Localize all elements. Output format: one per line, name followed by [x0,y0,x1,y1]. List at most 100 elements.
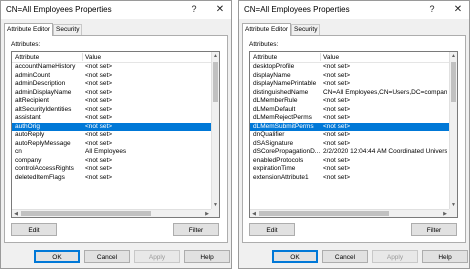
attributes-list[interactable]: Attribute Value accountNameHistory <not s… [11,51,220,218]
table-row[interactable]: dLMemberRule <not set> [250,97,449,106]
help-icon[interactable]: ? [425,3,439,16]
cancel-button[interactable]: Cancel [84,250,130,263]
hscroll-thumb[interactable] [21,211,151,216]
cancel-button[interactable]: Cancel [322,250,368,263]
table-row[interactable]: cn All Employees [12,148,211,157]
table-row[interactable]: adminCount <not set> [12,72,211,81]
column-divider[interactable] [82,53,83,61]
column-divider[interactable] [320,53,321,61]
table-row[interactable]: authOrig <not set> [12,122,211,131]
attribute-name-cell: dSCorePropagationD... [253,148,320,155]
help-button[interactable]: Help [184,250,230,263]
table-row[interactable]: dLMemRejectPerms <not set> [250,114,449,123]
attribute-value-cell: <not set> [85,63,113,70]
table-row[interactable]: dSASignature <not set> [250,140,449,149]
table-row[interactable]: displayNamePrintable <not set> [250,80,449,89]
scroll-down-icon[interactable]: ▼ [212,201,219,209]
attribute-name-cell: adminDescription [15,80,66,87]
table-row[interactable]: distinguishedName CN=All Employees,CN=Use… [250,89,449,98]
attribute-name-cell: enabledProtocols [253,156,304,164]
scroll-down-icon[interactable]: ▼ [450,201,457,209]
vertical-scrollbar[interactable]: ▲ ▼ [449,52,457,209]
vertical-scrollbar[interactable]: ▲ ▼ [211,52,219,209]
table-row[interactable]: deletedItemFlags <not set> [12,174,211,183]
attribute-value-cell: <not set> [323,131,351,138]
table-row[interactable]: autoReplyMessage <not set> [12,140,211,149]
edit-button[interactable]: Edit [249,223,295,236]
help-button[interactable]: Help [422,250,468,263]
table-row[interactable]: enabledProtocols <not set> [250,157,449,166]
table-row[interactable]: accountNameHistory <not set> [12,63,211,72]
table-row[interactable]: controlAccessRights <not set> [12,165,211,174]
tab-attribute-editor[interactable]: Attribute Editor [4,23,53,36]
attribute-name-cell: displayNamePrintable [253,80,317,87]
attribute-name-cell: cn [15,148,22,155]
scroll-corner [211,209,219,217]
apply-button[interactable]: Apply [134,250,180,263]
column-header-attribute[interactable]: Attribute [15,54,39,61]
attribute-value-cell: 2/2/2020 12:04:44 AM Coordinated Univers… [323,148,447,155]
table-row[interactable]: dLMemDefault <not set> [250,106,449,115]
attribute-value-cell: <not set> [323,63,351,70]
attributes-list[interactable]: Attribute Value desktopProfile <not set> d… [249,51,458,218]
tab-security[interactable]: Security [291,24,321,35]
close-icon[interactable]: ✕ [451,3,465,16]
tab-attribute-editor[interactable]: Attribute Editor [242,23,291,36]
attribute-value-cell: <not set> [323,114,351,121]
scroll-left-icon[interactable]: ◀ [250,210,258,217]
list-header: Attribute Value [250,52,449,63]
table-row[interactable]: desktopProfile <not set> [250,63,449,72]
attribute-value-cell: <not set> [85,173,113,181]
table-row[interactable]: expirationTime <not set> [250,165,449,174]
scroll-left-icon[interactable]: ◀ [12,210,20,217]
column-header-value[interactable]: Value [323,54,339,61]
help-icon[interactable]: ? [187,3,201,16]
list-header: Attribute Value [12,52,211,63]
table-row[interactable]: assistant <not set> [12,114,211,123]
table-row[interactable]: company <not set> [12,157,211,166]
table-row[interactable]: dLMemSubmitPerms <not set> [250,122,449,131]
attribute-value-cell: <not set> [85,122,113,130]
scroll-up-icon[interactable]: ▲ [212,52,219,60]
table-row[interactable]: dnQualifier <not set> [250,131,449,140]
table-row[interactable]: autoReply <not set> [12,131,211,140]
scroll-right-icon[interactable]: ▶ [203,210,211,217]
table-row[interactable]: adminDisplayName <not set> [12,89,211,98]
filter-button[interactable]: Filter [411,223,457,236]
title-bar: CN=All Employees Properties ? ✕ [1,1,231,19]
tab-security[interactable]: Security [53,24,83,35]
ok-button[interactable]: OK [34,250,80,263]
attribute-name-cell: deletedItemFlags [15,173,65,181]
attribute-value-cell: All Employees [85,148,127,155]
scroll-thumb[interactable] [451,62,456,102]
hscroll-thumb[interactable] [259,211,389,216]
attribute-name-cell: distinguishedName [253,88,309,96]
scroll-thumb[interactable] [213,62,218,102]
properties-dialog-right: CN=All Employees Properties ? ✕ Attribut… [238,0,470,269]
table-row[interactable]: adminDescription <not set> [12,80,211,89]
horizontal-scrollbar[interactable]: ◀ ▶ [12,209,211,217]
table-row[interactable]: displayName <not set> [250,72,449,81]
scroll-up-icon[interactable]: ▲ [450,52,457,60]
ok-button[interactable]: OK [272,250,318,263]
attribute-name-cell: adminDisplayName [15,88,72,96]
attribute-name-cell: assistant [15,114,41,121]
table-row[interactable]: altSecurityIdentities <not set> [12,106,211,115]
edit-button[interactable]: Edit [11,223,57,236]
attribute-value-cell: <not set> [85,165,113,172]
column-header-attribute[interactable]: Attribute [253,54,277,61]
column-header-value[interactable]: Value [85,54,101,61]
attribute-name-cell: accountNameHistory [15,63,76,70]
scroll-right-icon[interactable]: ▶ [441,210,449,217]
window-title: CN=All Employees Properties [244,5,350,14]
table-row[interactable]: extensionAttribute1 <not set> [250,174,449,183]
apply-button[interactable]: Apply [372,250,418,263]
horizontal-scrollbar[interactable]: ◀ ▶ [250,209,449,217]
filter-button[interactable]: Filter [173,223,219,236]
table-row[interactable]: dSCorePropagationD... 2/2/2020 12:04:44 A… [250,148,449,157]
close-icon[interactable]: ✕ [213,3,227,16]
title-bar: CN=All Employees Properties ? ✕ [239,1,469,19]
attribute-value-cell: <not set> [85,156,113,164]
table-row[interactable]: altRecipient <not set> [12,97,211,106]
attribute-name-cell: displayName [253,71,291,79]
